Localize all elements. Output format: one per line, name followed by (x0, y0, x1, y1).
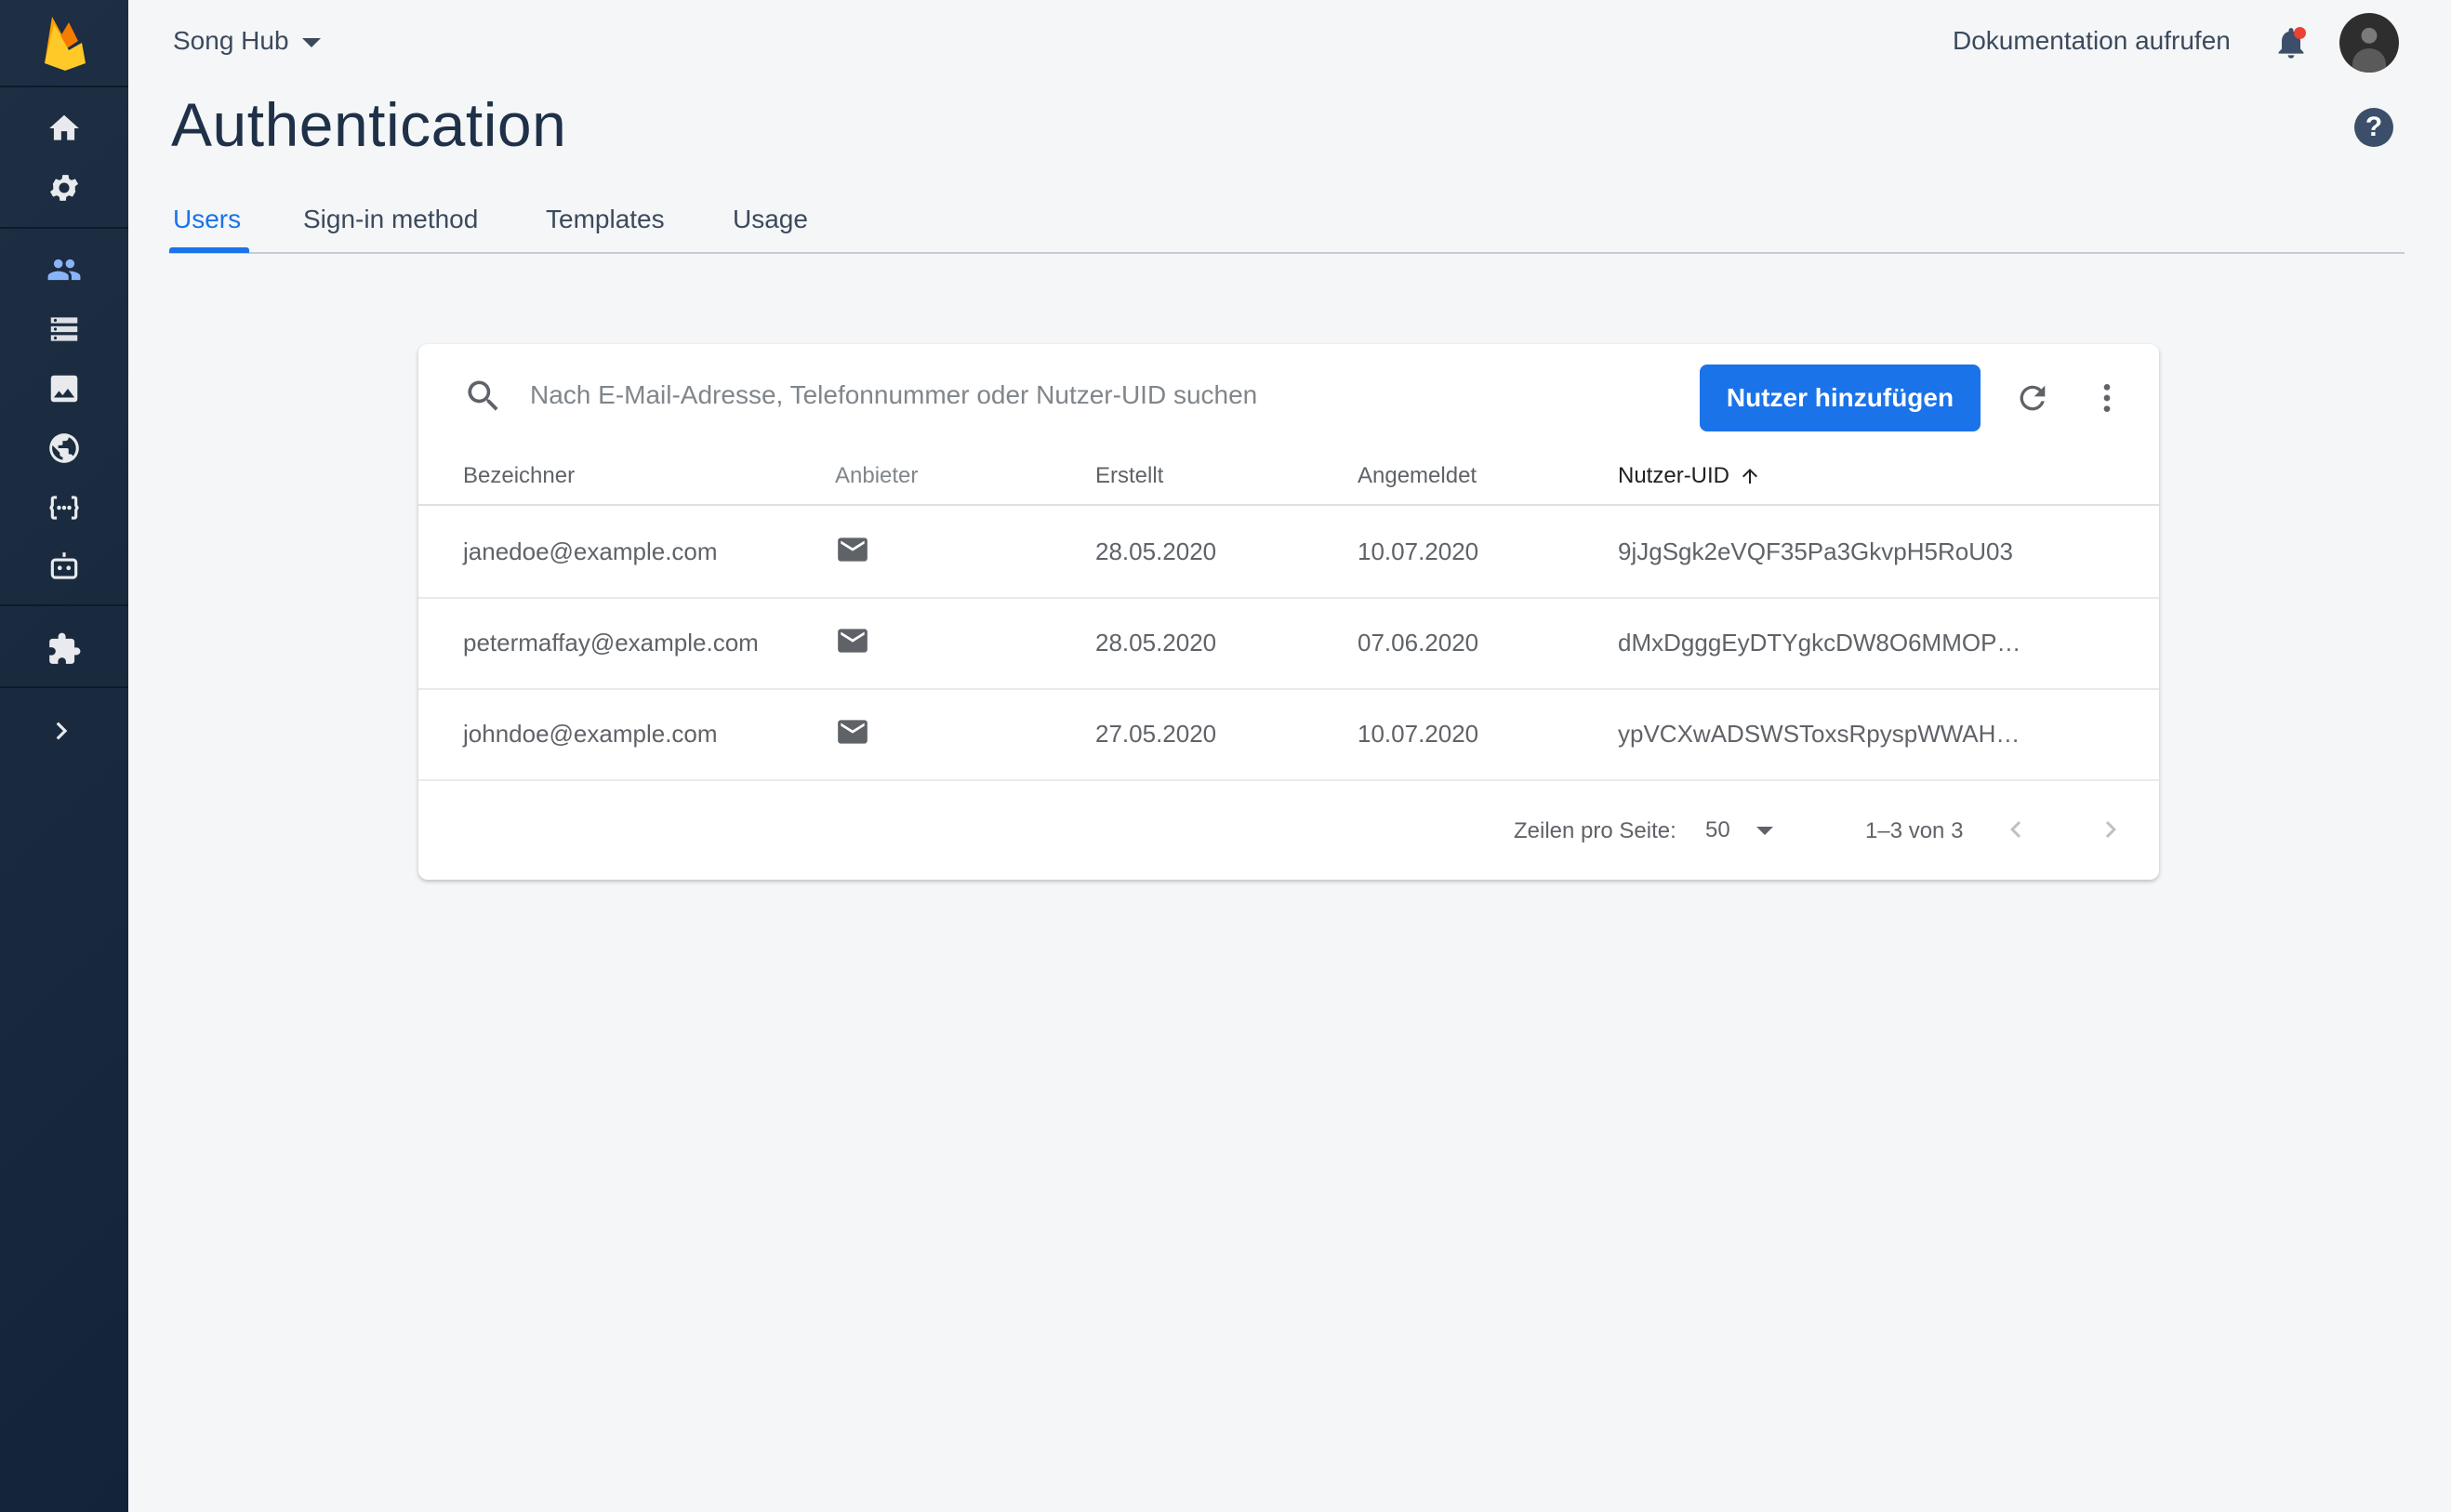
column-header-uid[interactable]: Nutzer-UID (1618, 463, 1761, 489)
home-icon[interactable] (42, 106, 86, 151)
cell-created: 27.05.2020 (1095, 720, 1217, 748)
cell-signed-in: 07.06.2020 (1358, 629, 1479, 657)
table-row[interactable]: janedoe@example.com 28.05.2020 10.07.202… (418, 506, 2159, 599)
sort-arrow-up-icon (1742, 469, 1758, 484)
project-selector[interactable]: Song Hub (173, 26, 321, 56)
cell-uid: 9jJgSgk2eVQF35Pa3GkvpH5RoU03 (1618, 537, 2013, 565)
project-name: Song Hub (173, 26, 289, 55)
docs-link[interactable]: Dokumentation aufrufen (1953, 26, 2231, 56)
cell-signed-in: 10.07.2020 (1358, 537, 1479, 565)
help-icon[interactable]: ? (2354, 108, 2393, 147)
chevron-left-icon[interactable] (1999, 813, 2033, 846)
column-header-identifier[interactable]: Bezeichner (463, 463, 575, 489)
mail-icon (838, 537, 868, 562)
pagination-range: 1–3 von 3 (1865, 818, 1964, 843)
mail-icon (838, 720, 868, 744)
extensions-icon[interactable] (42, 627, 86, 671)
search-input[interactable] (528, 372, 1517, 418)
chevron-down-icon (301, 38, 321, 47)
cell-identifier: johndoe@example.com (463, 720, 718, 748)
refresh-icon[interactable] (2014, 379, 2051, 417)
page-title: Authentication (171, 90, 567, 159)
table-row[interactable]: petermaffay@example.com 28.05.2020 07.06… (418, 597, 2159, 690)
database-icon[interactable] (42, 307, 86, 351)
notification-dot (2294, 27, 2306, 39)
settings-icon[interactable] (42, 166, 86, 210)
rows-per-page-label: Zeilen pro Seite: (1514, 818, 1676, 843)
cell-identifier: janedoe@example.com (463, 537, 718, 565)
cell-uid: dMxDgggEyDTYgkcDW8O6MMOP… (1618, 629, 2021, 657)
search-icon (468, 380, 498, 411)
ml-kit-icon[interactable] (42, 545, 86, 590)
chevron-right-icon[interactable] (2094, 813, 2127, 846)
tab-usage[interactable]: Usage (733, 205, 808, 234)
avatar[interactable] (2339, 13, 2399, 73)
tab-sign-in-method[interactable]: Sign-in method (303, 205, 478, 234)
add-user-button[interactable]: Nutzer hinzufügen (1700, 365, 1981, 431)
users-table-card: Nutzer hinzufügen Bezeichner Anbieter Er… (418, 344, 2159, 880)
column-header-uid-label: Nutzer-UID (1618, 463, 1730, 488)
column-header-created[interactable]: Erstellt (1095, 463, 1163, 489)
chevron-down-icon (1755, 826, 1773, 835)
mail-icon (838, 629, 868, 653)
tab-users[interactable]: Users (173, 205, 241, 234)
rows-per-page-value: 50 (1705, 817, 1730, 842)
hosting-icon[interactable] (42, 426, 86, 471)
firebase-logo[interactable] (41, 13, 89, 73)
table-row[interactable]: johndoe@example.com 27.05.2020 10.07.202… (418, 688, 2159, 781)
sidebar-nav (0, 0, 128, 1512)
cell-identifier: petermaffay@example.com (463, 629, 759, 657)
cell-created: 28.05.2020 (1095, 629, 1217, 657)
tabs-divider (169, 252, 2405, 254)
tab-templates[interactable]: Templates (546, 205, 665, 234)
expand-icon[interactable] (39, 709, 84, 753)
column-header-signed-in[interactable]: Angemeldet (1358, 463, 1477, 489)
storage-icon[interactable] (42, 366, 86, 411)
more-vert-icon[interactable] (2088, 378, 2126, 418)
column-header-provider: Anbieter (835, 463, 919, 488)
cell-signed-in: 10.07.2020 (1358, 720, 1479, 748)
rows-per-page-select[interactable]: 50 (1705, 815, 1783, 846)
functions-icon[interactable] (42, 485, 86, 530)
cell-uid: ypVCXwADSWSToxsRpyspWWAH… (1618, 720, 2020, 748)
cell-created: 28.05.2020 (1095, 537, 1217, 565)
active-tab-indicator (169, 247, 249, 253)
authentication-icon[interactable] (42, 247, 86, 292)
